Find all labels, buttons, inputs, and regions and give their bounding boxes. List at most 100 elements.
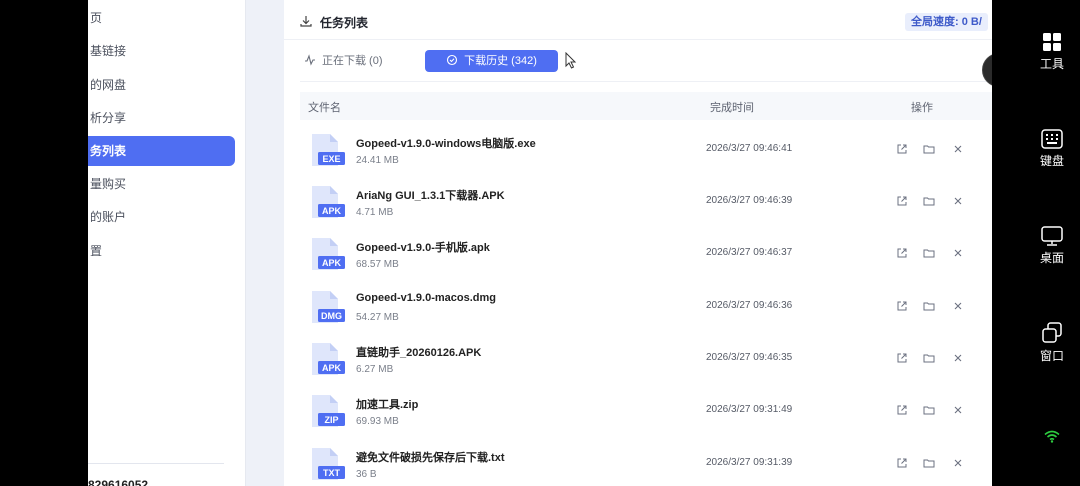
tab-history-label: 下载历史 (342) — [464, 55, 537, 67]
file-size: 24.41 MB — [356, 155, 399, 166]
sidebar-item-purchase[interactable]: 量购买 — [88, 169, 235, 199]
sidebar-divider — [88, 463, 224, 464]
keyboard-label: 键盘 — [1039, 154, 1064, 168]
desktop-button[interactable]: 桌面 — [1024, 226, 1080, 266]
table-row[interactable]: ZIP 加速工具.zip 69.93 MB 2026/3/27 09:31:49 — [300, 390, 992, 442]
close-icon[interactable] — [952, 300, 964, 312]
file-name[interactable]: 避免文件破损先保存后下载.txt — [356, 449, 505, 465]
file-name[interactable]: Gopeed-v1.9.0-手机版.apk — [356, 239, 490, 255]
window-button[interactable]: 窗口 — [1024, 322, 1080, 364]
activity-icon — [305, 54, 315, 66]
folder-icon[interactable] — [923, 195, 935, 207]
table-row[interactable]: APK Gopeed-v1.9.0-手机版.apk 68.57 MB 2026/3/2… — [300, 233, 992, 285]
page-title: 任务列表 — [320, 16, 369, 30]
completed-time: 2026/3/27 09:46:36 — [706, 300, 793, 311]
file-name[interactable]: 直链助手_20260126.APK — [356, 344, 481, 360]
table-header: 文件名 完成时间 操作 — [300, 92, 992, 120]
open-external-icon[interactable] — [896, 300, 908, 312]
sidebar-item-share[interactable]: 析分享 — [88, 103, 235, 133]
tools-label: 工具 — [1039, 57, 1064, 71]
file-type-icon: APK — [312, 186, 345, 218]
folder-icon[interactable] — [923, 404, 935, 416]
sidebar-item-account[interactable]: 的账户 — [88, 202, 235, 232]
file-name[interactable]: 加速工具.zip — [356, 396, 418, 412]
completed-time: 2026/3/27 09:46:37 — [706, 247, 793, 258]
table-row[interactable]: TXT 避免文件破损先保存后下载.txt 36 B 2026/3/27 09:31:3… — [300, 443, 992, 486]
global-speed-badge: 全局速度: 0 B/ — [905, 13, 988, 31]
right-toolbar: 工具 键盘 桌面 窗口 — [1024, 0, 1080, 486]
open-external-icon[interactable] — [896, 404, 908, 416]
tabs-divider — [300, 81, 992, 82]
table-row[interactable]: APK AriaNg GUI_1.3.1下载器.APK 4.71 MB 2026/3/… — [300, 181, 992, 233]
file-size: 68.57 MB — [356, 259, 399, 270]
wifi-status — [1024, 430, 1080, 446]
folder-icon[interactable] — [923, 247, 935, 259]
file-ext-label: APK — [322, 258, 342, 268]
close-icon[interactable] — [952, 352, 964, 364]
panel-header: 任务列表 全局速度: 0 B/ — [284, 0, 992, 40]
completed-time: 2026/3/27 09:31:49 — [706, 404, 793, 415]
window-label: 窗口 — [1039, 349, 1064, 363]
window-stack-icon — [1042, 322, 1062, 343]
table-row[interactable]: DMG Gopeed-v1.9.0-macos.dmg 54.27 MB 2026/3… — [300, 286, 992, 338]
close-icon[interactable] — [952, 404, 964, 416]
open-external-icon[interactable] — [896, 195, 908, 207]
close-icon[interactable] — [952, 143, 964, 155]
folder-icon[interactable] — [923, 300, 935, 312]
column-header-name: 文件名 — [308, 102, 341, 114]
tab-downloading-label: 正在下载 (0) — [322, 55, 383, 67]
sidebar-item-link[interactable]: 基链接 — [88, 36, 235, 66]
file-type-icon: DMG — [312, 291, 345, 323]
file-ext-label: DMG — [321, 311, 342, 321]
file-size: 36 B — [356, 469, 377, 480]
sidebar: 页 基链接 的网盘 析分享 务列表 量购买 的账户 置 829616052 — [88, 0, 246, 486]
file-ext-label: APK — [322, 206, 342, 216]
file-ext-label: APK — [322, 363, 342, 373]
floating-mouse-button[interactable] — [982, 53, 992, 87]
open-external-icon[interactable] — [896, 457, 908, 469]
sidebar-item-netdisk[interactable]: 的网盘 — [88, 70, 235, 100]
check-circle-icon — [447, 54, 458, 66]
completed-time: 2026/3/27 09:31:39 — [706, 457, 793, 468]
file-type-icon: TXT — [312, 448, 345, 480]
tools-button[interactable]: 工具 — [1024, 32, 1080, 72]
file-size: 69.93 MB — [356, 416, 399, 427]
sidebar-item-home[interactable]: 页 — [88, 3, 235, 33]
column-header-time: 完成时间 — [710, 102, 754, 114]
file-name[interactable]: Gopeed-v1.9.0-macos.dmg — [356, 292, 496, 304]
close-icon[interactable] — [952, 247, 964, 259]
task-list-panel: 任务列表 全局速度: 0 B/ 正在下载 (0) 下载历史 (342) 文件名 … — [284, 0, 992, 486]
file-ext-label: ZIP — [324, 415, 338, 425]
keyboard-button[interactable]: 键盘 — [1024, 129, 1080, 169]
download-icon — [300, 16, 312, 27]
app-screen: 页 基链接 的网盘 析分享 务列表 量购买 的账户 置 829616052 任务… — [88, 0, 992, 486]
file-name[interactable]: Gopeed-v1.9.0-windows电脑版.exe — [356, 135, 536, 151]
file-name[interactable]: AriaNg GUI_1.3.1下载器.APK — [356, 187, 505, 203]
close-icon[interactable] — [952, 195, 964, 207]
table-row[interactable]: EXE Gopeed-v1.9.0-windows电脑版.exe 24.41 MB 2… — [300, 129, 992, 181]
open-external-icon[interactable] — [896, 143, 908, 155]
desktop-monitor-icon — [1041, 226, 1063, 246]
file-size: 54.27 MB — [356, 312, 399, 323]
folder-icon[interactable] — [923, 457, 935, 469]
file-type-icon: APK — [312, 343, 345, 375]
keyboard-icon — [1041, 129, 1063, 149]
file-size: 6.27 MB — [356, 364, 394, 375]
sidebar-item-task-list[interactable]: 务列表 — [88, 136, 235, 166]
open-external-icon[interactable] — [896, 247, 908, 259]
close-icon[interactable] — [952, 457, 964, 469]
column-header-actions: 操作 — [911, 102, 933, 114]
completed-time: 2026/3/27 09:46:39 — [706, 195, 793, 206]
folder-icon[interactable] — [923, 352, 935, 364]
tab-history[interactable]: 下载历史 (342) — [425, 50, 558, 72]
file-type-icon: EXE — [312, 134, 345, 166]
tab-downloading[interactable]: 正在下载 (0) — [304, 50, 383, 72]
open-external-icon[interactable] — [896, 352, 908, 364]
completed-time: 2026/3/27 09:46:35 — [706, 352, 793, 363]
file-ext-label: EXE — [322, 154, 340, 164]
table-row[interactable]: APK 直链助手_20260126.APK 6.27 MB 2026/3/27 09:… — [300, 338, 992, 390]
folder-icon[interactable] — [923, 143, 935, 155]
desktop-label: 桌面 — [1039, 251, 1064, 265]
sidebar-item-settings[interactable]: 置 — [88, 236, 235, 266]
file-type-icon: ZIP — [312, 395, 345, 427]
